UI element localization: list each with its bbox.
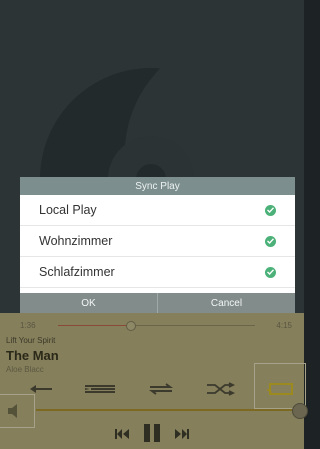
checkmark-icon[interactable] (265, 235, 276, 247)
album-name: Lift Your Spirit (6, 336, 56, 345)
device-item-schlafzimmer[interactable]: Schlafzimmer (20, 257, 295, 288)
cancel-button[interactable]: Cancel (157, 293, 295, 313)
pause-icon[interactable] (142, 423, 162, 448)
volume-button[interactable] (0, 394, 35, 428)
device-item-wohnzimmer[interactable]: Wohnzimmer (20, 226, 295, 257)
seek-thumb[interactable] (126, 321, 136, 331)
device-label: Wohnzimmer (39, 234, 113, 248)
checkmark-icon[interactable] (265, 266, 276, 278)
transport-controls (0, 423, 304, 448)
shuffle-icon[interactable] (202, 381, 238, 397)
elapsed-time: 1:36 (20, 321, 36, 330)
artist-name: Aloe Blacc (6, 365, 44, 374)
total-time: 4:15 (276, 321, 292, 330)
device-label: Schlafzimmer (39, 265, 115, 279)
ok-button[interactable]: OK (20, 293, 157, 313)
repeat-icon[interactable] (143, 381, 179, 397)
sync-play-dialog: Sync Play Local Play Wohnzimmer Schlafzi… (20, 177, 295, 313)
song-title: The Man (6, 348, 59, 363)
device-label: Local Play (39, 203, 97, 217)
dialog-buttons: OK Cancel (20, 293, 295, 313)
volume-slider[interactable] (36, 409, 298, 411)
skip-forward-icon[interactable] (174, 426, 190, 444)
skip-back-icon[interactable] (114, 426, 130, 444)
playlist-icon[interactable] (83, 381, 117, 397)
volume-thumb[interactable] (292, 403, 308, 419)
seek-bar-progress (58, 325, 130, 326)
player-controls-panel: 1:36 4:15 Lift Your Spirit The Man Aloe … (0, 313, 308, 449)
device-item-local-play[interactable]: Local Play (20, 195, 295, 226)
checkmark-icon[interactable] (265, 204, 276, 216)
dialog-title: Sync Play (20, 177, 295, 195)
